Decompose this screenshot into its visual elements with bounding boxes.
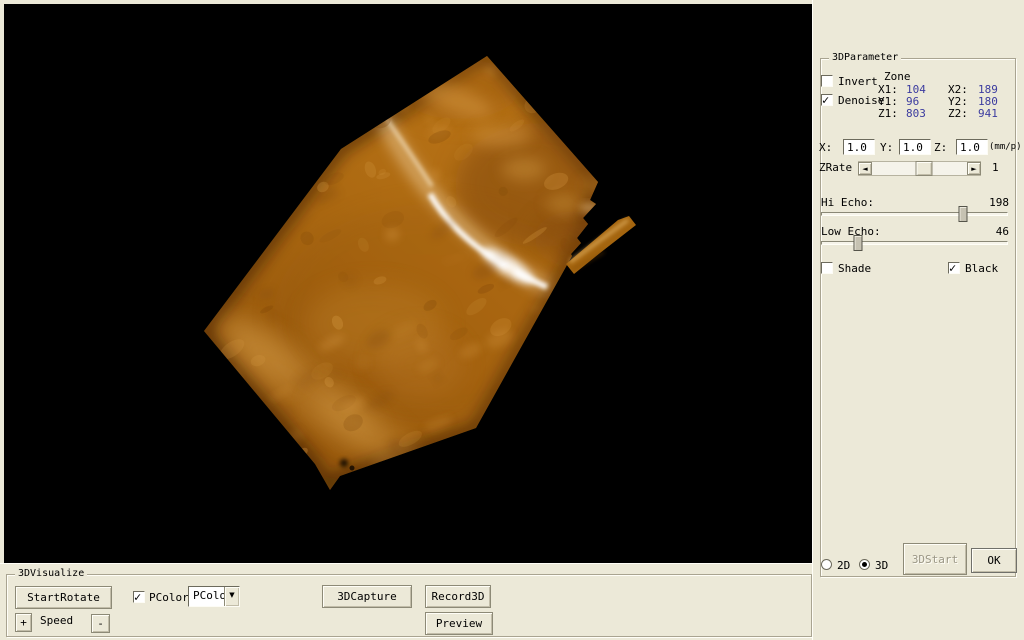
scale-z-label: Z:	[934, 142, 947, 154]
zrate-scrollbar-thumb[interactable]	[916, 161, 933, 176]
black-checkbox[interactable]	[948, 262, 960, 274]
scale-z-input[interactable]	[956, 139, 988, 155]
start-rotate-button[interactable]: StartRotate	[15, 586, 112, 609]
denoise-checkbox[interactable]	[821, 94, 833, 106]
zone-z2-value: 941	[978, 108, 998, 120]
parameter-group-title: 3DParameter	[829, 52, 901, 63]
scale-y-label: Y:	[880, 142, 893, 154]
scale-x-label: X:	[819, 142, 832, 154]
speed-label: Speed	[40, 615, 73, 627]
3dstart-button[interactable]: 3DStart	[903, 543, 967, 575]
shade-checkbox[interactable]	[821, 262, 833, 274]
speed-minus-button[interactable]: -	[91, 614, 110, 633]
visualize-panel: 3DVisualize StartRotate + Speed - PColor…	[0, 563, 812, 640]
zrate-label: ZRate	[819, 162, 852, 174]
zrate-value: 1	[992, 162, 999, 174]
low-echo-value: 46	[973, 226, 1009, 238]
scale-unit-label: (mm/p)	[989, 141, 1022, 153]
zone-title: Zone	[884, 71, 911, 83]
parameter-groupbox: 3DParameter	[820, 58, 1016, 577]
ultrasound-volume-render	[4, 4, 812, 563]
hi-echo-value: 198	[973, 197, 1009, 209]
shade-label: Shade	[838, 263, 871, 275]
scroll-left-icon[interactable]: ◄	[858, 162, 872, 175]
invert-label: Invert	[838, 76, 878, 88]
scale-y-input[interactable]	[899, 139, 931, 155]
parameter-panel: 3DParameter Invert Denoise Zone X1: 104 …	[812, 0, 1024, 640]
mode-2d-label: 2D	[837, 560, 850, 572]
low-echo-slider-thumb[interactable]	[854, 235, 863, 251]
scroll-right-icon[interactable]: ►	[967, 162, 981, 175]
mode-3d-radio[interactable]	[859, 559, 870, 570]
mode-3d-label: 3D	[875, 560, 888, 572]
hi-echo-slider[interactable]	[821, 212, 1008, 216]
visualize-group-title: 3DVisualize	[15, 568, 87, 579]
hi-echo-slider-thumb[interactable]	[958, 206, 967, 222]
scale-x-input[interactable]	[843, 139, 875, 155]
pcolor-select[interactable]: PColor ▼	[188, 586, 240, 607]
black-label: Black	[965, 263, 998, 275]
3dcapture-button[interactable]: 3DCapture	[322, 585, 412, 608]
low-echo-slider[interactable]	[821, 241, 1008, 245]
low-echo-label: Low Echo:	[821, 226, 881, 238]
zone-z2-label: Z2:	[948, 108, 968, 120]
mode-2d-radio[interactable]	[821, 559, 832, 570]
invert-checkbox[interactable]	[821, 75, 833, 87]
pcolor-checkbox[interactable]	[133, 591, 145, 603]
zone-z1-value: 803	[906, 108, 926, 120]
record3d-button[interactable]: Record3D	[425, 585, 491, 608]
ultrasound-3d-viewport[interactable]	[4, 4, 812, 563]
speed-plus-button[interactable]: +	[15, 613, 32, 632]
preview-button[interactable]: Preview	[425, 612, 493, 635]
ok-button[interactable]: OK	[971, 548, 1017, 573]
dropdown-arrow-icon[interactable]: ▼	[224, 587, 239, 606]
zone-z1-label: Z1:	[878, 108, 898, 120]
zrate-scrollbar[interactable]: ◄ ►	[858, 161, 981, 176]
pcolor-label: PColor	[149, 592, 189, 604]
hi-echo-label: Hi Echo:	[821, 197, 874, 209]
